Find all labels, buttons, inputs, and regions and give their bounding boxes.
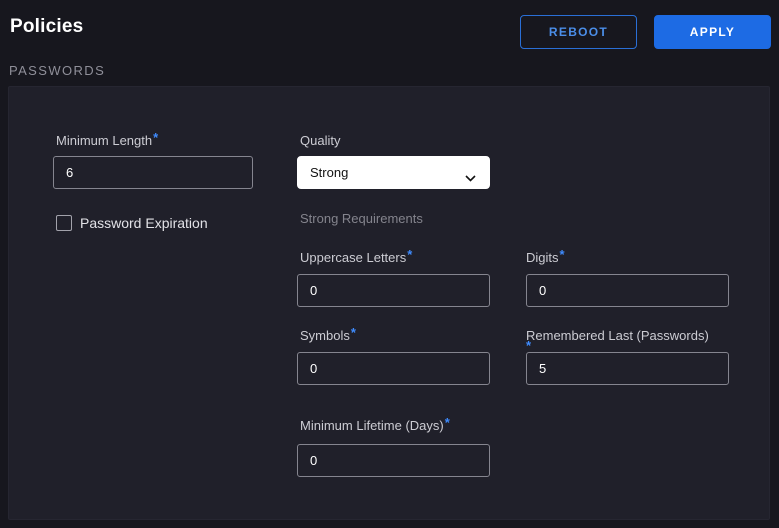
digits-label: Digits* — [526, 250, 565, 265]
strong-requirements-label: Strong Requirements — [300, 211, 423, 226]
required-asterisk: * — [153, 130, 158, 145]
quality-label: Quality — [300, 133, 340, 148]
password-expiration-checkbox[interactable]: Password Expiration — [56, 215, 208, 231]
chevron-down-icon — [465, 170, 476, 177]
minimum-lifetime-input[interactable] — [297, 444, 490, 477]
required-asterisk: * — [526, 341, 531, 351]
section-title-passwords: PASSWORDS — [9, 63, 105, 78]
reboot-button[interactable]: REBOOT — [520, 15, 637, 49]
required-asterisk: * — [445, 415, 450, 430]
remembered-last-input[interactable] — [526, 352, 729, 385]
passwords-panel: Minimum Length* Quality Strong Password … — [8, 86, 770, 520]
uppercase-letters-input[interactable] — [297, 274, 490, 307]
policies-screen: Policies REBOOT APPLY PASSWORDS Minimum … — [0, 0, 779, 528]
remembered-last-label: Remembered Last (Passwords) — [526, 328, 709, 343]
quality-select-value: Strong — [310, 165, 348, 180]
required-asterisk: * — [407, 247, 412, 262]
required-asterisk: * — [351, 325, 356, 340]
quality-select[interactable]: Strong — [297, 156, 490, 189]
uppercase-letters-label: Uppercase Letters* — [300, 250, 412, 265]
minimum-lifetime-label: Minimum Lifetime (Days)* — [300, 418, 450, 433]
page-title: Policies — [10, 16, 83, 38]
checkbox-box[interactable] — [56, 215, 72, 231]
symbols-label: Symbols* — [300, 328, 356, 343]
digits-input[interactable] — [526, 274, 729, 307]
minimum-length-input[interactable] — [53, 156, 253, 189]
required-asterisk: * — [560, 247, 565, 262]
minimum-length-label: Minimum Length* — [56, 133, 158, 148]
apply-button[interactable]: APPLY — [654, 15, 771, 49]
symbols-input[interactable] — [297, 352, 490, 385]
password-expiration-label: Password Expiration — [80, 215, 208, 231]
